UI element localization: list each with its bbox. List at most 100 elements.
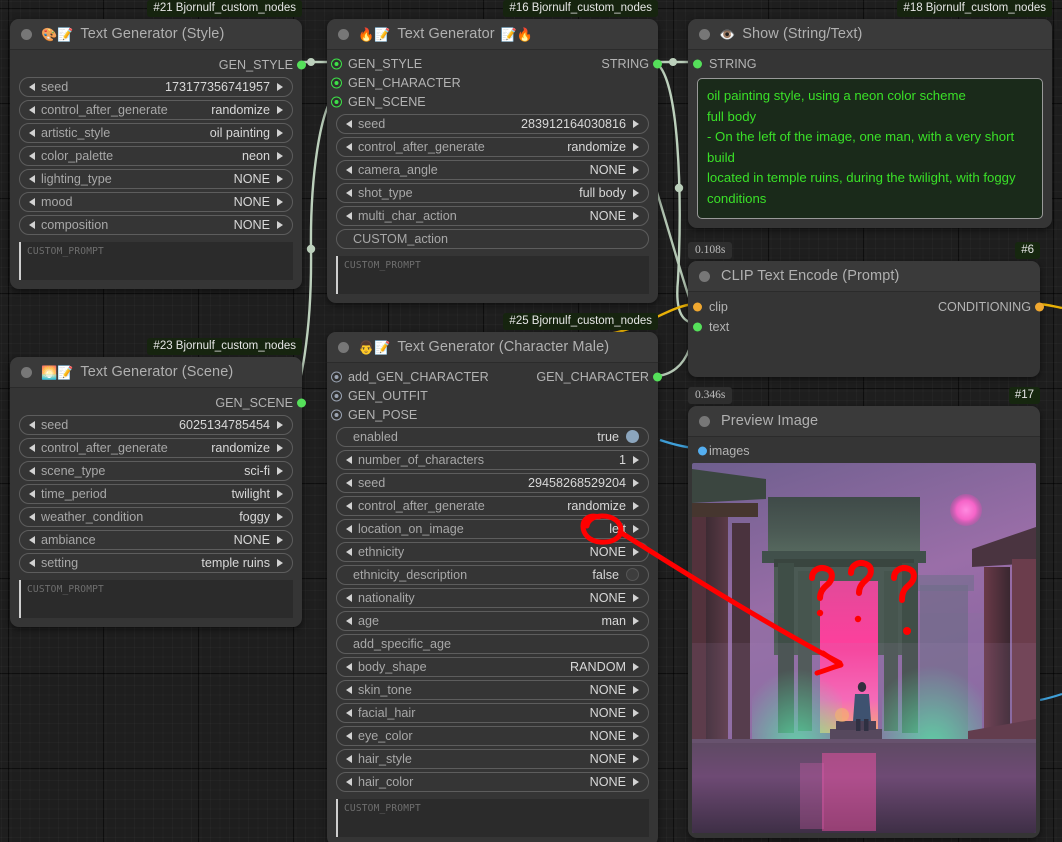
increment-arrow-icon[interactable]: [633, 617, 639, 625]
node-header-show[interactable]: 👁️ Show (String/Text): [688, 19, 1052, 50]
widget-value[interactable]: temple ruins: [201, 556, 270, 570]
output-dot-green-icon[interactable]: [653, 372, 662, 381]
toggle-switch-icon[interactable]: [626, 430, 639, 443]
increment-arrow-icon[interactable]: [277, 175, 283, 183]
collapse-toggle-icon[interactable]: [699, 271, 710, 282]
input-slot-text[interactable]: text: [697, 317, 1031, 337]
input-dot-unconnected-icon[interactable]: [332, 372, 341, 381]
node-header-clip[interactable]: CLIP Text Encode (Prompt): [688, 261, 1040, 292]
widget-value[interactable]: oil painting: [210, 126, 270, 140]
widget-value[interactable]: randomize: [211, 441, 270, 455]
widget-add-specific-age[interactable]: add_specific_age: [336, 634, 649, 655]
collapse-toggle-icon[interactable]: [699, 416, 710, 427]
increment-arrow-icon[interactable]: [633, 212, 639, 220]
increment-arrow-icon[interactable]: [633, 732, 639, 740]
widget-artistic-style[interactable]: artistic_styleoil painting: [19, 123, 293, 144]
widget-seed[interactable]: seed6025134785454: [19, 415, 293, 436]
comfyui-graph-canvas[interactable]: #21 Bjornulf_custom_nodes 🎨📝 Text Genera…: [0, 0, 1062, 842]
decrement-arrow-icon[interactable]: [346, 732, 352, 740]
widget-custom-action[interactable]: CUSTOM_action: [336, 229, 649, 250]
increment-arrow-icon[interactable]: [633, 686, 639, 694]
increment-arrow-icon[interactable]: [277, 513, 283, 521]
decrement-arrow-icon[interactable]: [29, 513, 35, 521]
decrement-arrow-icon[interactable]: [346, 709, 352, 717]
increment-arrow-icon[interactable]: [633, 120, 639, 128]
widget-seed[interactable]: seed29458268529204: [336, 473, 649, 494]
widget-enabled[interactable]: enabledtrue: [336, 427, 649, 448]
collapse-toggle-icon[interactable]: [699, 29, 710, 40]
node-preview-image[interactable]: 0.346s #17 Preview Image images: [688, 406, 1040, 838]
widget-value[interactable]: randomize: [211, 103, 270, 117]
widget-value[interactable]: NONE: [590, 683, 626, 697]
decrement-arrow-icon[interactable]: [29, 536, 35, 544]
toggle-switch-icon[interactable]: [626, 568, 639, 581]
increment-arrow-icon[interactable]: [277, 129, 283, 137]
increment-arrow-icon[interactable]: [277, 490, 283, 498]
widget-value[interactable]: NONE: [590, 209, 626, 223]
collapse-toggle-icon[interactable]: [338, 342, 349, 353]
widget-value[interactable]: man: [602, 614, 627, 628]
decrement-arrow-icon[interactable]: [29, 467, 35, 475]
widget-weather-condition[interactable]: weather_conditionfoggy: [19, 507, 293, 528]
increment-arrow-icon[interactable]: [633, 479, 639, 487]
widget-hair-style[interactable]: hair_styleNONE: [336, 749, 649, 770]
decrement-arrow-icon[interactable]: [29, 129, 35, 137]
widget-scene-type[interactable]: scene_typesci-fi: [19, 461, 293, 482]
widget-value[interactable]: full body: [579, 186, 626, 200]
decrement-arrow-icon[interactable]: [29, 152, 35, 160]
decrement-arrow-icon[interactable]: [346, 594, 352, 602]
widget-hair-color[interactable]: hair_colorNONE: [336, 772, 649, 793]
node-header-main[interactable]: 🔥📝 Text Generator 📝🔥: [327, 19, 658, 50]
decrement-arrow-icon[interactable]: [29, 444, 35, 452]
widget-value[interactable]: NONE: [590, 775, 626, 789]
widget-lighting-type[interactable]: lighting_typeNONE: [19, 169, 293, 190]
widget-body-shape[interactable]: body_shapeRANDOM: [336, 657, 649, 678]
decrement-arrow-icon[interactable]: [29, 559, 35, 567]
input-dot-unconnected-icon[interactable]: [332, 410, 341, 419]
increment-arrow-icon[interactable]: [633, 755, 639, 763]
increment-arrow-icon[interactable]: [277, 444, 283, 452]
input-slot-gen-character[interactable]: GEN_CHARACTER: [336, 73, 649, 92]
output-slot-gen-style[interactable]: GEN_STYLE: [19, 55, 293, 74]
custom-prompt-textarea[interactable]: CUSTOM_PROMPT: [19, 242, 293, 280]
input-dot-green-icon[interactable]: [693, 59, 702, 68]
decrement-arrow-icon[interactable]: [346, 755, 352, 763]
input-dot-blue-icon[interactable]: [698, 446, 707, 455]
input-dot-connected-icon[interactable]: [332, 59, 341, 68]
widget-value[interactable]: NONE: [234, 172, 270, 186]
widget-control-after-generate[interactable]: control_after_generaterandomize: [336, 496, 649, 517]
widget-value[interactable]: sci-fi: [244, 464, 270, 478]
node-clip-text-encode[interactable]: 0.108s #6 CLIP Text Encode (Prompt) clip…: [688, 261, 1040, 377]
widget-control-after-generate[interactable]: control_after_generaterandomize: [19, 100, 293, 121]
widget-value[interactable]: RANDOM: [570, 660, 626, 674]
input-dot-connected-icon[interactable]: [332, 97, 341, 106]
node-text-generator-style[interactable]: #21 Bjornulf_custom_nodes 🎨📝 Text Genera…: [10, 19, 302, 289]
input-slot-gen-outfit[interactable]: GEN_OUTFIT: [336, 386, 649, 405]
decrement-arrow-icon[interactable]: [29, 106, 35, 114]
preview-image-output[interactable]: [692, 463, 1036, 833]
decrement-arrow-icon[interactable]: [29, 490, 35, 498]
widget-nationality[interactable]: nationalityNONE: [336, 588, 649, 609]
decrement-arrow-icon[interactable]: [29, 421, 35, 429]
decrement-arrow-icon[interactable]: [346, 143, 352, 151]
output-slot-gen-scene[interactable]: GEN_SCENE: [19, 393, 293, 412]
widget-value[interactable]: randomize: [567, 499, 626, 513]
increment-arrow-icon[interactable]: [633, 663, 639, 671]
decrement-arrow-icon[interactable]: [346, 166, 352, 174]
output-dot-orange-icon[interactable]: [1035, 303, 1044, 312]
widget-ambiance[interactable]: ambianceNONE: [19, 530, 293, 551]
custom-prompt-textarea[interactable]: CUSTOM_PROMPT: [19, 580, 293, 618]
widget-multi-char-action[interactable]: multi_char_actionNONE: [336, 206, 649, 227]
decrement-arrow-icon[interactable]: [346, 189, 352, 197]
increment-arrow-icon[interactable]: [277, 559, 283, 567]
widget-control-after-generate[interactable]: control_after_generaterandomize: [336, 137, 649, 158]
decrement-arrow-icon[interactable]: [346, 617, 352, 625]
widget-value[interactable]: 29458268529204: [528, 476, 626, 490]
widget-control-after-generate[interactable]: control_after_generaterandomize: [19, 438, 293, 459]
widget-value[interactable]: foggy: [239, 510, 270, 524]
widget-value[interactable]: NONE: [590, 729, 626, 743]
widget-composition[interactable]: compositionNONE: [19, 215, 293, 236]
increment-arrow-icon[interactable]: [277, 106, 283, 114]
input-slot-gen-pose[interactable]: GEN_POSE: [336, 405, 649, 424]
increment-arrow-icon[interactable]: [277, 221, 283, 229]
